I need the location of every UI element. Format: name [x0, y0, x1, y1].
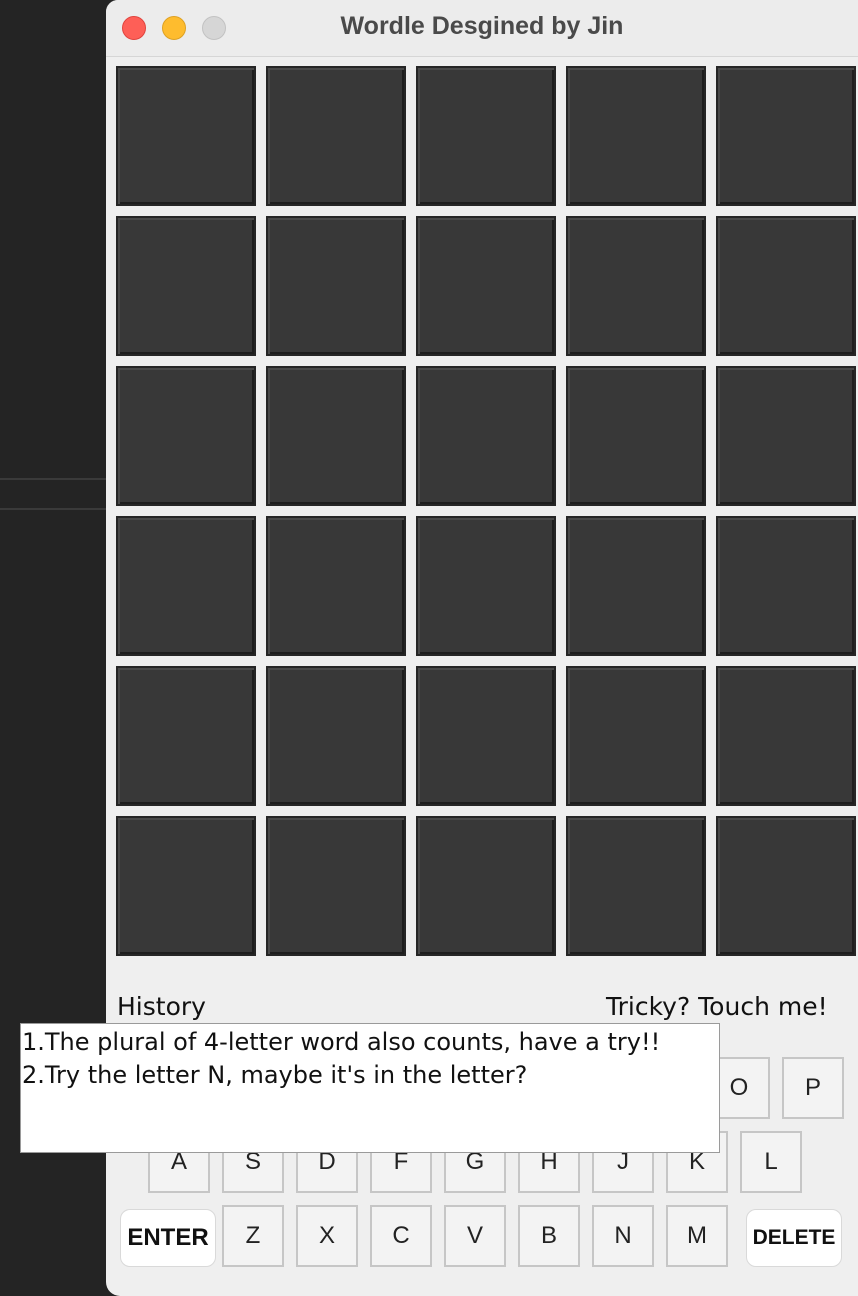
board-tile	[566, 816, 706, 956]
board-tile	[116, 66, 256, 206]
desktop-divider	[0, 508, 106, 510]
enter-button[interactable]: ENTER	[120, 1209, 216, 1267]
hint-line: 1.The plural of 4-letter word also count…	[22, 1028, 661, 1056]
board-tile	[716, 366, 856, 506]
board-tile	[716, 516, 856, 656]
key-n[interactable]: N	[592, 1205, 654, 1267]
window-title: Wordle Desgined by Jin	[340, 12, 624, 40]
board-tile	[116, 216, 256, 356]
board-tile	[716, 816, 856, 956]
board-tile	[416, 66, 556, 206]
board-tile	[266, 366, 406, 506]
key-v[interactable]: V	[444, 1205, 506, 1267]
board-tile	[266, 216, 406, 356]
board-tile	[716, 666, 856, 806]
board-tile	[566, 516, 706, 656]
hint-popup: 1.The plural of 4-letter word also count…	[20, 1023, 720, 1153]
key-l[interactable]: L	[740, 1131, 802, 1193]
key-m[interactable]: M	[666, 1205, 728, 1267]
board-tile	[266, 816, 406, 956]
key-x[interactable]: X	[296, 1205, 358, 1267]
board-tile	[266, 66, 406, 206]
board-tile	[566, 366, 706, 506]
key-b[interactable]: B	[518, 1205, 580, 1267]
key-p[interactable]: P	[782, 1057, 844, 1119]
board-tile	[116, 816, 256, 956]
history-label: History	[117, 992, 206, 1021]
board-tile	[566, 666, 706, 806]
board-tile	[416, 216, 556, 356]
board-tile	[116, 516, 256, 656]
board-tile	[416, 666, 556, 806]
board-tile	[566, 216, 706, 356]
board-tile	[416, 816, 556, 956]
board-tile	[116, 366, 256, 506]
key-c[interactable]: C	[370, 1205, 432, 1267]
board-tile	[266, 516, 406, 656]
hint-line: 2.Try the letter N, maybe it's in the le…	[22, 1061, 528, 1089]
key-z[interactable]: Z	[222, 1205, 284, 1267]
board-tile	[416, 516, 556, 656]
title-bar: Wordle Desgined by Jin	[106, 0, 858, 57]
desktop-divider	[0, 478, 106, 480]
board-tile	[266, 666, 406, 806]
board-tile	[716, 66, 856, 206]
board-tile	[716, 216, 856, 356]
board-tile	[116, 666, 256, 806]
board-tile	[566, 66, 706, 206]
board-tile	[416, 366, 556, 506]
tricky-hint-button[interactable]: Tricky? Touch me!	[606, 992, 828, 1021]
delete-button[interactable]: DELETE	[746, 1209, 842, 1267]
